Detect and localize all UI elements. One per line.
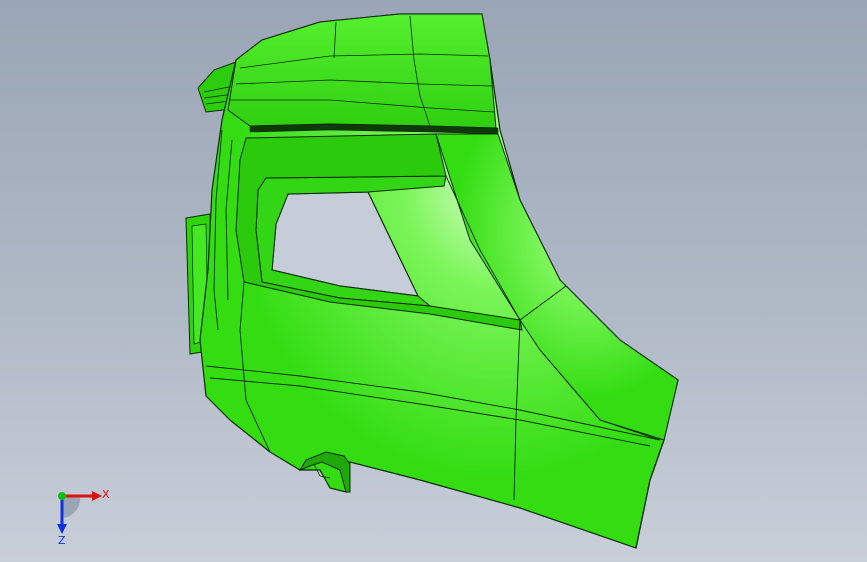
top-surface — [227, 13, 497, 129]
y-axis-dot — [58, 492, 66, 500]
x-axis-label: X — [102, 488, 110, 501]
triad-shadow — [62, 496, 81, 518]
z-axis-arrow — [57, 524, 67, 534]
x-axis-arrow — [92, 491, 102, 501]
z-axis-label: Z — [58, 534, 66, 547]
cad-part-model[interactable] — [0, 0, 867, 562]
3d-viewport[interactable]: X Z — [0, 0, 867, 562]
orientation-triad: X Z — [57, 488, 110, 547]
